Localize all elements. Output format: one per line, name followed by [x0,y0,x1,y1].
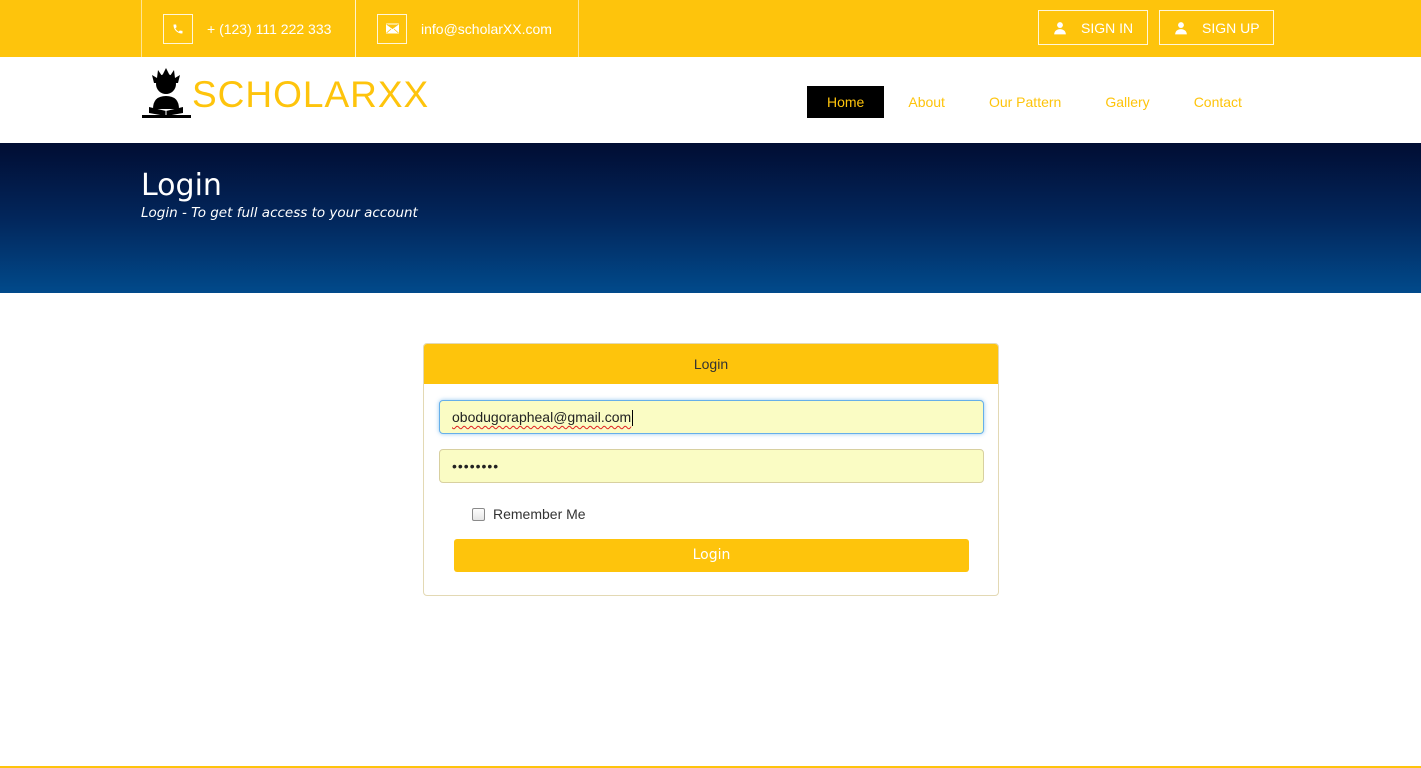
user-icon [1174,21,1188,35]
page-subtitle: Login - To get full access to your accou… [141,205,418,221]
remember-me-checkbox[interactable] [472,507,485,521]
remember-me-label[interactable]: Remember Me [493,506,586,522]
nav-about[interactable]: About [888,86,965,118]
login-panel: Login obodugorapheal@gmail.com •••••••• … [423,343,999,596]
scholar-reading-icon [142,68,191,118]
site-header: SCHOLARXX Home About Our Pattern Gallery… [0,57,1421,143]
user-icon [1053,21,1067,35]
page-banner: Login Login - To get full access to your… [0,143,1421,293]
email-address[interactable]: info@scholarXX.com [421,21,552,37]
sign-in-button[interactable]: SIGN IN [1038,10,1148,45]
main-nav: Home About Our Pattern Gallery Contact [807,86,1266,118]
nav-our-pattern[interactable]: Our Pattern [969,86,1081,118]
page-title: Login [141,168,222,203]
site-logo[interactable]: SCHOLARXX [141,67,429,119]
envelope-icon [377,13,407,44]
phone-icon [163,13,193,44]
sign-up-button[interactable]: SIGN UP [1159,10,1274,45]
sign-up-label: SIGN UP [1202,19,1260,36]
login-button[interactable]: Login [454,539,969,572]
remember-me: Remember Me [472,506,586,522]
sign-in-label: SIGN IN [1081,19,1134,36]
nav-home[interactable]: Home [807,86,885,118]
contact-email: info@scholarXX.com [355,0,579,57]
logo-text: SCHOLARXX [192,74,430,115]
contact-phone: + (123) 111 222 333 [141,0,356,57]
phone-number: + (123) 111 222 333 [207,20,332,37]
login-panel-title: Login [424,344,998,384]
nav-contact[interactable]: Contact [1174,86,1262,118]
text-caret [632,410,634,427]
password-field[interactable]: •••••••• [439,449,984,483]
email-field[interactable]: obodugorapheal@gmail.com [439,400,984,434]
nav-gallery[interactable]: Gallery [1085,86,1169,118]
top-bar: + (123) 111 222 333 info@scholarXX.com S… [0,0,1421,57]
password-field-value: •••••••• [452,458,500,474]
email-field-value: obodugorapheal@gmail.com [452,409,632,425]
